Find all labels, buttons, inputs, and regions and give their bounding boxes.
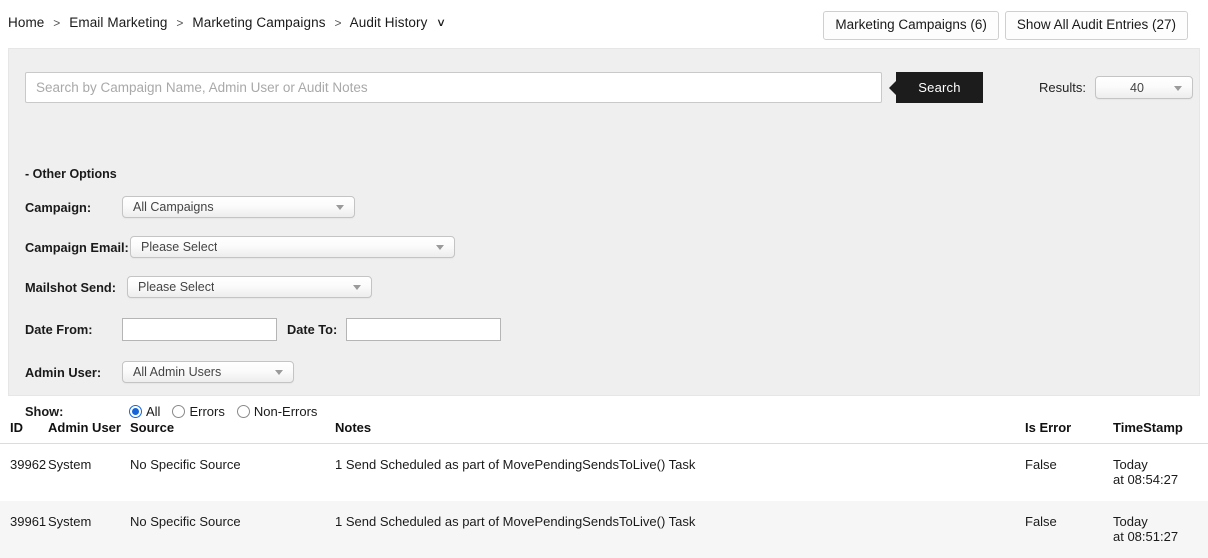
column-header-source[interactable]: Source [130, 420, 335, 444]
breadcrumb-item-email-marketing[interactable]: Email Marketing [69, 15, 167, 30]
cell-timestamp: Today at 08:54:27 [1113, 444, 1208, 502]
cell-source: No Specific Source [130, 501, 335, 558]
filter-row-show: Show: All Errors Non-Errors [25, 404, 317, 419]
show-radio-errors-label: Errors [189, 404, 225, 419]
cell-notes: 1 Send Scheduled as part of MovePendingS… [335, 457, 696, 472]
results-count-group: Results: 40 [1039, 76, 1193, 99]
cell-admin-user: System [48, 457, 92, 472]
show-radio-group: All Errors Non-Errors [129, 404, 317, 419]
show-label: Show: [25, 404, 64, 419]
breadcrumb-separator: > [334, 16, 342, 30]
date-from-label: Date From: [25, 322, 93, 337]
date-from-input[interactable] [122, 318, 277, 341]
cell-timestamp: Today at 08:51:27 [1113, 501, 1208, 558]
filter-row-admin-user: Admin User: All Admin Users [25, 361, 294, 383]
cell-source: No Specific Source [130, 457, 241, 472]
audit-results-table: ID Admin User Source Notes Is Error Time… [0, 420, 1208, 558]
admin-user-select-value: All Admin Users [133, 365, 222, 379]
column-header-notes[interactable]: Notes [335, 420, 1025, 444]
breadcrumb-separator: > [176, 16, 184, 30]
filter-row-campaign-email: Campaign Email: Please Select [25, 236, 455, 258]
timestamp-day: Today [1113, 457, 1148, 472]
cell-is-error: False [1025, 457, 1057, 472]
campaign-email-select-value: Please Select [141, 240, 218, 254]
campaign-email-label: Campaign Email: [25, 239, 129, 255]
chevron-down-icon [336, 205, 344, 210]
search-input[interactable] [25, 72, 882, 103]
breadcrumb-item-audit-history[interactable]: Audit History [350, 15, 428, 30]
column-header-admin-user[interactable]: Admin User [48, 420, 130, 444]
show-radio-errors[interactable]: Errors [172, 404, 225, 419]
admin-user-select[interactable]: All Admin Users [122, 361, 294, 383]
show-radio-non-errors-label: Non-Errors [253, 404, 318, 419]
filter-panel: Search Results: 40 - Other Options Campa… [8, 48, 1200, 419]
campaign-select-value: All Campaigns [133, 200, 214, 214]
results-count-select[interactable]: 40 [1094, 76, 1193, 99]
table-row[interactable]: 39962 System No Specific Source 1 Send S… [0, 444, 1208, 502]
other-options-toggle[interactable]: - Other Options [25, 167, 117, 181]
table-header-row: ID Admin User Source Notes Is Error Time… [0, 420, 1208, 444]
search-row: Search [25, 72, 983, 103]
chevron-down-icon [436, 245, 444, 250]
cell-admin-user: System [48, 501, 130, 558]
column-header-is-error[interactable]: Is Error [1025, 420, 1113, 444]
radio-unselected-icon [172, 405, 186, 418]
show-radio-all[interactable]: All [129, 404, 160, 419]
campaign-select[interactable]: All Campaigns [122, 196, 355, 218]
date-to-input[interactable] [346, 318, 502, 341]
search-button[interactable]: Search [889, 72, 983, 103]
table-row[interactable]: 39961 System No Specific Source 1 Send S… [0, 501, 1208, 558]
cell-id: 39961 [0, 501, 48, 558]
results-label: Results: [1039, 80, 1086, 95]
breadcrumb-item-home[interactable]: Home [8, 15, 44, 30]
column-header-id[interactable]: ID [0, 420, 48, 444]
breadcrumb-separator: > [53, 16, 61, 30]
mailshot-send-label: Mailshot Send: [25, 279, 117, 295]
filter-row-mailshot-send: Mailshot Send: Please Select [25, 276, 372, 298]
campaign-label: Campaign: [25, 199, 92, 215]
breadcrumb-item-marketing-campaigns[interactable]: Marketing Campaigns [192, 15, 325, 30]
show-radio-non-errors[interactable]: Non-Errors [236, 404, 318, 419]
date-to-label: Date To: [287, 322, 338, 337]
radio-unselected-icon [236, 405, 250, 418]
admin-user-label: Admin User: [25, 364, 102, 380]
campaign-email-select[interactable]: Please Select [130, 236, 455, 258]
timestamp-time: at 08:51:27 [1113, 529, 1179, 544]
header-button-group: Marketing Campaigns (6) Show All Audit E… [823, 11, 1188, 40]
column-header-timestamp[interactable]: TimeStamp [1113, 420, 1208, 444]
chevron-down-icon [353, 285, 361, 290]
show-all-audit-entries-button[interactable]: Show All Audit Entries (27) [1004, 11, 1188, 40]
breadcrumb: Home > Email Marketing > Marketing Campa… [8, 15, 446, 30]
timestamp-time: at 08:54:27 [1113, 472, 1179, 487]
top-bar: Home > Email Marketing > Marketing Campa… [0, 0, 1208, 48]
chevron-down-icon [1173, 85, 1182, 91]
radio-selected-icon [129, 405, 142, 418]
mailshot-send-select[interactable]: Please Select [127, 276, 372, 298]
cell-is-error: False [1025, 501, 1113, 558]
filter-row-campaign: Campaign: All Campaigns [25, 196, 355, 218]
chevron-down-icon [275, 370, 283, 375]
marketing-campaigns-button[interactable]: Marketing Campaigns (6) [823, 11, 999, 40]
timestamp-day: Today [1113, 514, 1148, 529]
cell-id: 39962 [10, 457, 47, 472]
cell-notes: 1 Send Scheduled as part of MovePendingS… [335, 501, 1025, 558]
show-radio-all-label: All [146, 404, 161, 419]
chevron-down-icon[interactable]: ∨ [436, 16, 446, 29]
mailshot-send-select-value: Please Select [138, 280, 215, 294]
filter-row-dates: Date From: Date To: [25, 318, 502, 341]
